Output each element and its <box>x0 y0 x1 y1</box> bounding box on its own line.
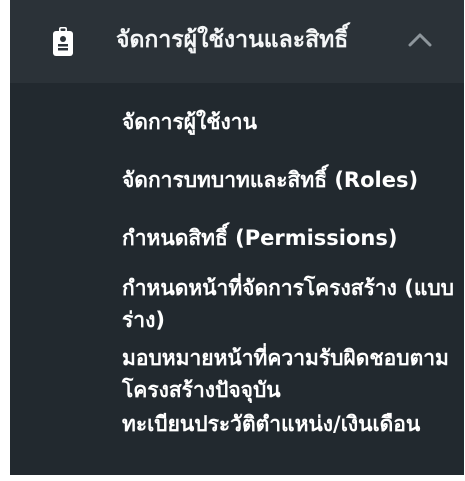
menu-group-label: จัดการผู้ใช้งานและสิทธิ์ <box>116 27 349 53</box>
submenu-item-position-salary-history[interactable]: ทะเบียนประวัติตำแหน่ง/เงินเดือน <box>122 408 457 440</box>
chevron-up-icon[interactable] <box>408 32 432 47</box>
menu-group-user-permission-management[interactable]: จัดการผู้ใช้งานและสิทธิ์ <box>10 0 464 83</box>
submenu-item-manage-users[interactable]: จัดการผู้ใช้งาน <box>122 106 457 138</box>
sidebar-menu-panel: จัดการผู้ใช้งานและสิทธิ์ จัดการผู้ใช้งาน… <box>10 0 464 475</box>
submenu-item-permissions[interactable]: กำหนดสิทธิ์ (Permissions) <box>122 222 457 254</box>
submenu-item-assign-responsibility[interactable]: มอบหมายหน้าที่ความรับผิดชอบตามโครงสร้างป… <box>122 342 457 406</box>
id-badge-icon <box>53 27 73 56</box>
submenu-item-assign-structure-draft[interactable]: กำหนดหน้าที่จัดการโครงสร้าง (แบบร่าง) <box>122 272 457 336</box>
submenu-item-manage-roles[interactable]: จัดการบทบาทและสิทธิ์ (Roles) <box>122 164 457 196</box>
